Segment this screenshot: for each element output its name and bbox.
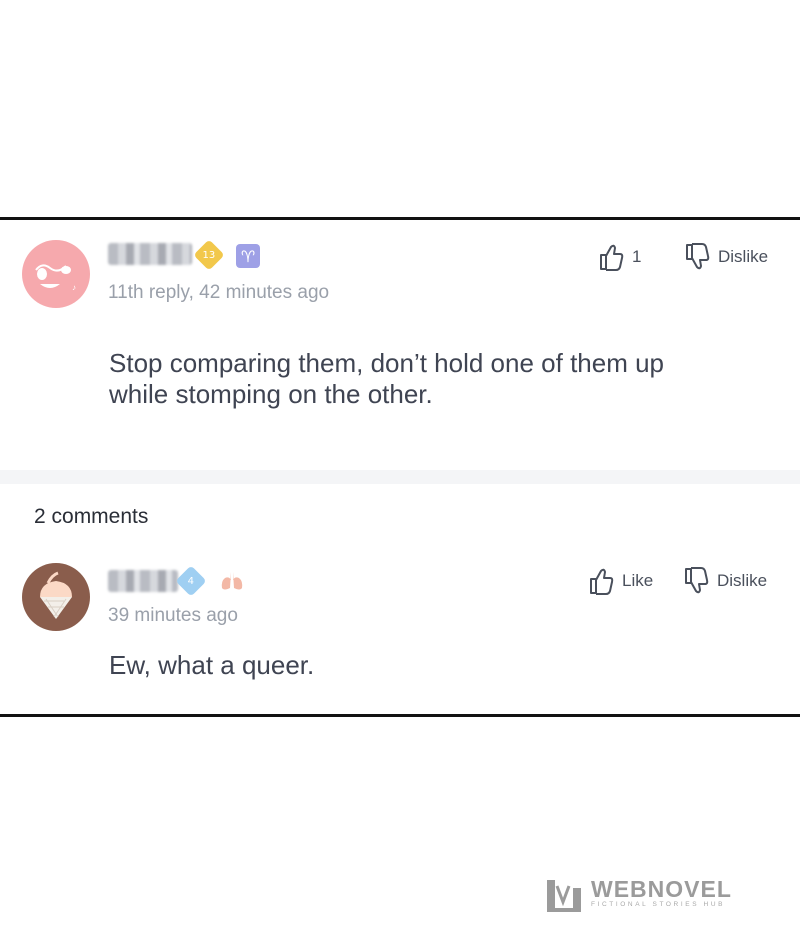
ice-cream-icon	[40, 571, 72, 619]
thumbs-up-icon	[590, 568, 614, 595]
thumbs-down-icon	[685, 567, 709, 594]
comment-dislike-button[interactable]: Dislike	[683, 566, 767, 596]
comment-username[interactable]	[108, 570, 178, 592]
comments-count: 2 comments	[34, 505, 149, 528]
reply-text: Stop comparing them, don’t hold one of t…	[109, 348, 664, 410]
avatar-face-icon: ♪	[35, 264, 76, 292]
aries-icon: ♈	[236, 244, 260, 268]
reply-text-line-2: while stomping on the other.	[109, 379, 433, 409]
reply-avatar[interactable]: ♪	[22, 240, 90, 308]
thumbs-up-icon	[600, 244, 624, 271]
webnovel-logo-icon	[547, 880, 581, 912]
comment-panel: ♪ 13 ♈ 11th reply, 42 minutes ago 1 Disl…	[0, 217, 800, 717]
watermark-brand: WEBNOVEL	[591, 876, 732, 902]
thumbs-down-icon	[686, 243, 710, 270]
comment-level-badge: 4	[175, 565, 207, 597]
comment-text: Ew, what a queer.	[109, 650, 315, 680]
watermark-tagline: FICTIONAL STORIES HUB	[591, 901, 726, 908]
reply-username[interactable]	[108, 243, 192, 265]
section-divider	[0, 470, 800, 484]
reply-text-line-1: Stop comparing them, don’t hold one of t…	[109, 348, 665, 378]
reply-dislike-button[interactable]: Dislike	[684, 242, 768, 272]
reply-dislike-label: Dislike	[718, 247, 769, 266]
reply-like-count: 1	[632, 247, 642, 266]
reply-meta: 11th reply, 42 minutes ago	[108, 282, 330, 303]
comment-dislike-label: Dislike	[717, 571, 768, 590]
comment-avatar[interactable]	[22, 563, 90, 631]
comment-meta: 39 minutes ago	[108, 605, 238, 626]
reply-level-badge: 13	[193, 239, 225, 271]
comment-like-label: Like	[622, 571, 654, 590]
lungs-icon	[220, 570, 244, 597]
reply-like-button[interactable]: 1	[598, 242, 641, 272]
comment-like-button[interactable]: Like	[588, 566, 653, 596]
webnovel-watermark: WEBNOVEL FICTIONAL STORIES HUB	[545, 876, 732, 912]
svg-text:♪: ♪	[72, 283, 76, 292]
